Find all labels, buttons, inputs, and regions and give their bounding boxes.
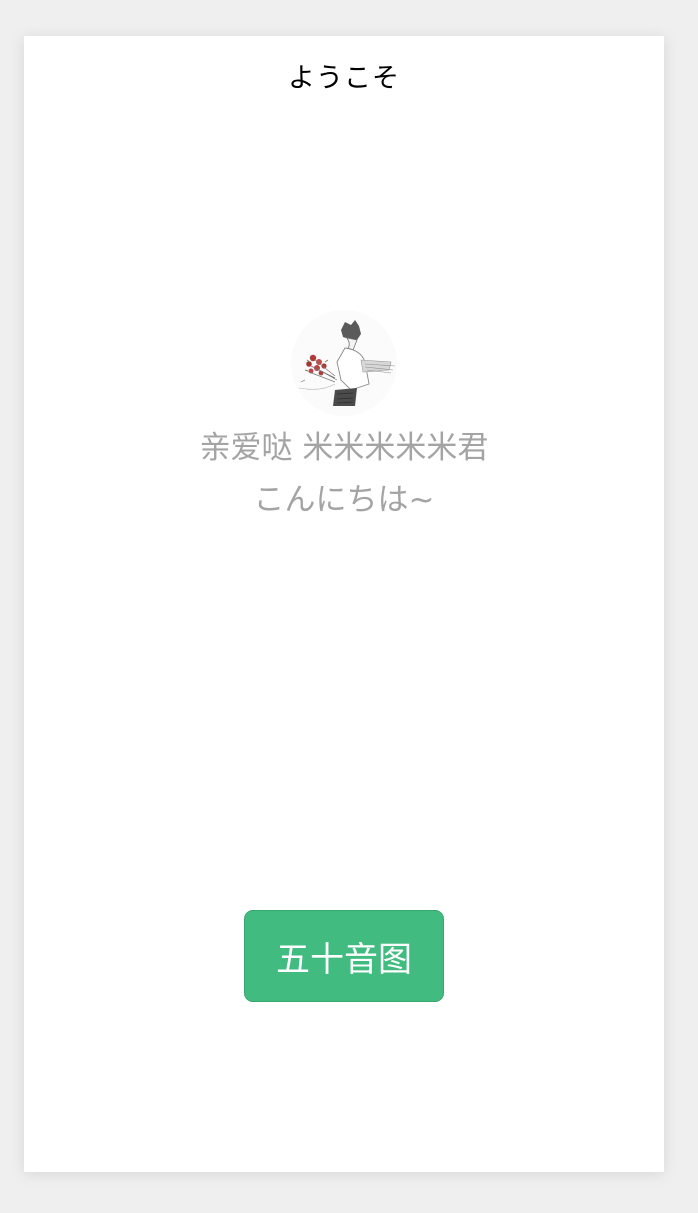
greeting-hello-text: こんにちは~: [253, 482, 435, 518]
app-screen: ようこそ 亲爱哒 米米米米米君 こんにちは~ 五十音图: [24, 36, 664, 1172]
gojuon-chart-button[interactable]: 五十音图: [244, 910, 444, 1002]
avatar-illustration-icon: [298, 320, 396, 406]
greeting-name-text: 亲爱哒 米米米米米君: [199, 430, 489, 466]
page-title: ようこそ: [288, 63, 400, 94]
user-avatar: [291, 310, 397, 416]
